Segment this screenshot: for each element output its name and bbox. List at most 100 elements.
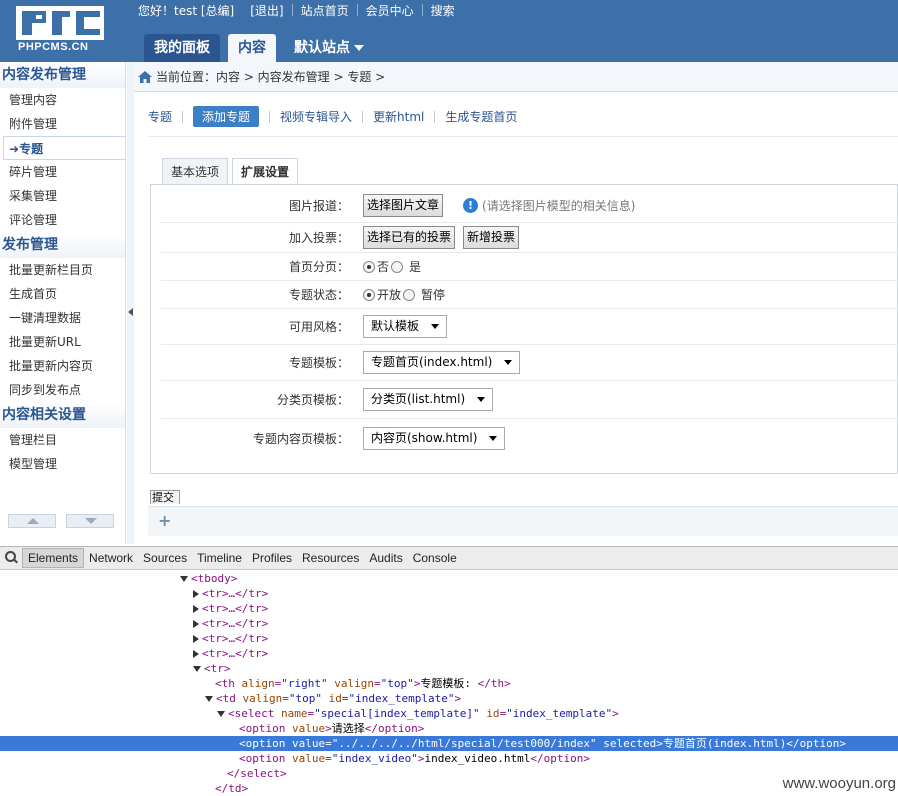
subnav-special[interactable]: 专题 xyxy=(148,108,182,125)
logo[interactable]: PHPCMS.CN xyxy=(0,0,130,62)
sub-nav: 专题 添加专题 视频专辑导入 更新html 生成专题首页 xyxy=(148,106,527,127)
nav-default-site[interactable]: 默认站点 xyxy=(284,34,374,62)
sidebar: 内容发布管理 管理内容 附件管理 ➜专题 碎片管理 采集管理 评论管理 发布管理… xyxy=(0,62,126,544)
expand-open-icon[interactable] xyxy=(217,711,225,717)
status-pause-label: 暂停 xyxy=(421,288,446,302)
dom-node[interactable]: <tr>…</tr> xyxy=(0,586,898,601)
tab-extended[interactable]: 扩展设置 xyxy=(232,158,299,185)
devtools-tab-timeline[interactable]: Timeline xyxy=(192,547,247,569)
dom-node[interactable]: <td valign="top" id="index_template"> xyxy=(0,691,898,706)
site-home-link[interactable]: 站点首页 xyxy=(293,2,357,19)
tab-basic[interactable]: 基本选项 xyxy=(162,158,229,184)
new-vote-button[interactable]: 新增投票 xyxy=(463,226,520,249)
watermark: www.wooyun.org xyxy=(782,775,896,792)
expand-closed-icon[interactable] xyxy=(193,605,199,613)
submit-button[interactable]: 提交 xyxy=(150,490,180,504)
select-pic-article-button[interactable]: 选择图片文章 xyxy=(363,194,444,217)
sidebar-scroll xyxy=(8,514,114,528)
dom-node[interactable]: <tr>…</tr> xyxy=(0,646,898,661)
sidebar-group-title[interactable]: 内容相关设置 xyxy=(0,402,125,428)
dom-tag: </th> xyxy=(477,677,511,690)
devtools-tab-sources[interactable]: Sources xyxy=(138,547,192,569)
sidebar-item-batch-category[interactable]: 批量更新栏目页 xyxy=(0,258,125,282)
devtools-tab-resources[interactable]: Resources xyxy=(297,547,364,569)
dom-node[interactable]: <tr> xyxy=(0,661,898,676)
main-content: 专题 添加专题 视频专辑导入 更新html 生成专题首页 基本选项 扩展设置 图… xyxy=(134,92,898,544)
dom-node[interactable]: <option value>请选择</option> xyxy=(0,721,898,736)
sidebar-item-batch-content[interactable]: 批量更新内容页 xyxy=(0,354,125,378)
sidebar-item-manage-content[interactable]: 管理内容 xyxy=(0,88,125,112)
dom-attr-value: "../../../../html/special/test000/index" xyxy=(331,737,597,750)
list-template-select[interactable]: 分类页(list.html) xyxy=(363,388,494,411)
show-template-select[interactable]: 内容页(show.html) xyxy=(363,426,506,450)
sidebar-collapse-toggle[interactable] xyxy=(127,62,134,544)
dom-node-selected[interactable]: <option value="../../../../html/special/… xyxy=(0,736,898,751)
dom-node[interactable]: <select name="special[index_template]" i… xyxy=(0,706,898,721)
subnav-gen-index[interactable]: 生成专题首页 xyxy=(435,108,527,125)
style-label: 可用风格： xyxy=(288,320,349,334)
expand-open-icon[interactable] xyxy=(193,666,201,672)
devtools-tab-elements[interactable]: Elements xyxy=(22,548,85,568)
sidebar-item-attachments[interactable]: 附件管理 xyxy=(0,112,125,136)
dom-node[interactable]: </td> xyxy=(0,781,898,796)
sidebar-group-title[interactable]: 内容发布管理 xyxy=(0,62,125,88)
devtools-tab-audits[interactable]: Audits xyxy=(364,547,407,569)
expand-closed-icon[interactable] xyxy=(193,620,199,628)
style-select[interactable]: 默认模板 xyxy=(363,315,448,338)
sidebar-item-special[interactable]: ➜专题 xyxy=(3,136,125,160)
dropdown-arrow-icon xyxy=(477,397,486,402)
sidebar-item-manage-category[interactable]: 管理栏目 xyxy=(0,428,125,452)
dom-tag: <th xyxy=(215,677,242,690)
dom-tag: <td xyxy=(216,692,243,705)
sidebar-item-sync[interactable]: 同步到发布点 xyxy=(0,378,125,402)
dom-node[interactable]: </select> xyxy=(0,766,898,781)
dom-node[interactable]: <tbody> xyxy=(0,571,898,586)
dom-node[interactable]: <tr>…</tr> xyxy=(0,631,898,646)
show-template-label: 专题内容页模板： xyxy=(252,431,349,446)
scroll-down-icon[interactable] xyxy=(66,514,114,528)
status-open-radio[interactable] xyxy=(363,288,375,301)
nav-content[interactable]: 内容 xyxy=(228,34,276,62)
search-icon[interactable] xyxy=(0,547,22,569)
devtools-toolbar: Elements Network Sources Timeline Profil… xyxy=(0,546,898,570)
dom-tag: <option xyxy=(239,737,292,750)
expand-closed-icon[interactable] xyxy=(193,650,199,658)
expand-closed-icon[interactable] xyxy=(193,635,199,643)
dom-attr-name: name xyxy=(280,707,308,720)
sidebar-item-clear-data[interactable]: 一键清理数据 xyxy=(0,306,125,330)
sidebar-item-model[interactable]: 模型管理 xyxy=(0,452,125,476)
search-link[interactable]: 搜索 xyxy=(423,2,463,19)
info-icon: ! xyxy=(463,198,479,213)
subnav-update-html[interactable]: 更新html xyxy=(363,108,434,125)
select-vote-button[interactable]: 选择已有的投票 xyxy=(363,226,456,249)
devtools-tab-network[interactable]: Network xyxy=(84,547,138,569)
index-page-no-radio[interactable] xyxy=(363,260,375,273)
dom-node[interactable]: <th align="right" valign="top">专题模板: </t… xyxy=(0,676,898,691)
sidebar-item-collect[interactable]: 采集管理 xyxy=(0,184,125,208)
dom-attr-value: "top" xyxy=(380,677,414,690)
dom-node[interactable]: <tr>…</tr> xyxy=(0,601,898,616)
expand-open-icon[interactable] xyxy=(180,576,188,582)
nav-my-panel[interactable]: 我的面板 xyxy=(144,34,220,62)
dom-node[interactable]: <tr>…</tr> xyxy=(0,616,898,631)
scroll-up-icon[interactable] xyxy=(8,514,56,528)
sidebar-item-gen-index[interactable]: 生成首页 xyxy=(0,282,125,306)
dom-node[interactable]: <option value="index_video">index_video.… xyxy=(0,751,898,766)
dom-tag: </td> xyxy=(215,782,249,795)
index-page-yes-radio[interactable] xyxy=(391,260,404,273)
expand-open-icon[interactable] xyxy=(205,696,213,702)
sidebar-group-title[interactable]: 发布管理 xyxy=(0,232,125,258)
plus-icon[interactable]: + xyxy=(158,511,171,530)
expand-closed-icon[interactable] xyxy=(193,590,199,598)
devtools-tab-profiles[interactable]: Profiles xyxy=(247,547,297,569)
status-pause-radio[interactable] xyxy=(403,288,416,301)
member-center-link[interactable]: 会员中心 xyxy=(358,2,422,19)
sidebar-item-comments[interactable]: 评论管理 xyxy=(0,208,125,232)
index-template-select[interactable]: 专题首页(index.html) xyxy=(363,351,521,374)
subnav-video-import[interactable]: 视频专辑导入 xyxy=(270,108,362,125)
subnav-add-special[interactable]: 添加专题 xyxy=(193,106,260,127)
logout-link[interactable]: [退出] xyxy=(242,2,291,19)
sidebar-item-blocks[interactable]: 碎片管理 xyxy=(0,160,125,184)
devtools-tab-console[interactable]: Console xyxy=(408,547,462,569)
sidebar-item-batch-url[interactable]: 批量更新URL xyxy=(0,330,125,354)
